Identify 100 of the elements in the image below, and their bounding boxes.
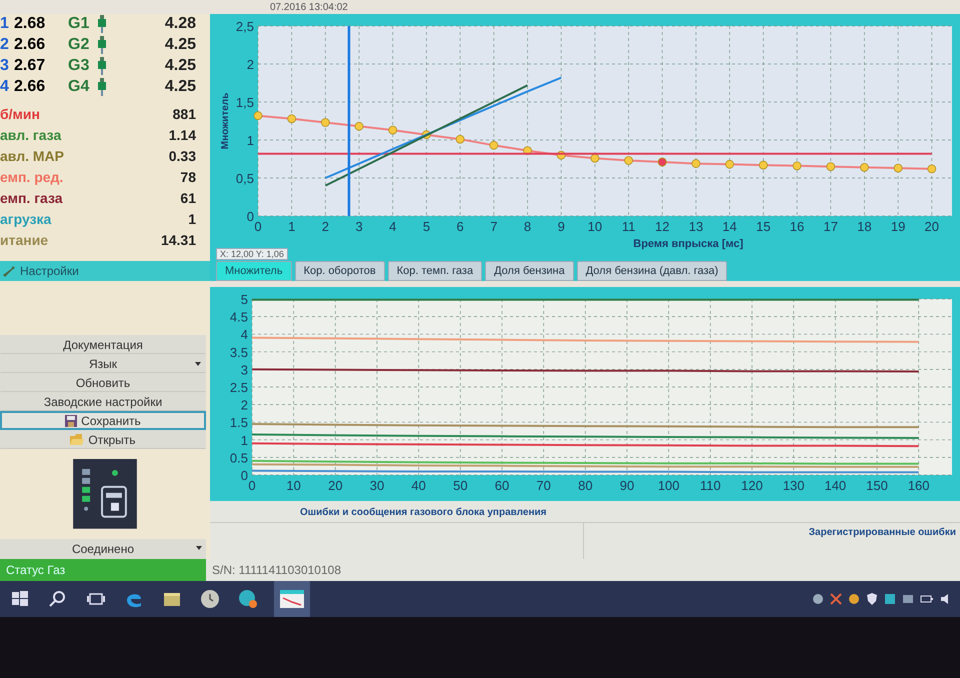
parameter-value: 1.14 [168,127,196,144]
app-icon[interactable] [236,587,260,611]
settings-bar[interactable]: Настройки [0,260,210,281]
injector-time: 2.67 [14,57,46,76]
chart-tab[interactable]: Множитель [216,261,292,281]
data-point [860,162,869,172]
axis-title: Время впрыска [мс] [633,238,744,250]
data-point [624,156,633,165]
axis-tick-label: 17 [823,219,838,234]
axis-tick-label: 1,5 [236,95,254,110]
axis-tick-label: 5 [422,219,430,234]
axis-tick-label: 120 [741,478,763,493]
axis-tick-label: 14 [722,219,737,234]
axis-tick-label: 90 [620,478,634,493]
axis-tick-label: 4 [240,327,248,342]
injector-gas-time: 4.25 [164,78,196,96]
tray-icon[interactable] [902,593,914,605]
tray-icon[interactable] [812,593,824,605]
axis-tick-label: 12 [655,219,670,234]
battery-icon[interactable] [920,594,934,604]
axis-tick-label: 60 [494,478,510,493]
axis-tick-label: 4.5 [230,310,248,325]
injector-gas-time: 4.25 [164,36,196,54]
injector-label: G2 [68,36,90,54]
injector-label: G4 [68,78,90,96]
caret-icon [196,546,202,550]
shield-icon[interactable] [866,593,878,605]
axis-tick-label: 80 [578,478,593,493]
axis-tick-label: 0.5 [230,450,248,466]
injector-time: 2.66 [14,36,46,54]
axis-tick-label: 140 [824,478,846,493]
axis-tick-label: 50 [453,478,468,493]
axis-tick-label: 1 [240,432,248,448]
axis-tick-label: 30 [370,478,384,493]
tray-icon[interactable] [884,593,896,605]
axis-tick-label: 1.5 [230,415,248,430]
injector-icon [98,78,106,96]
axis-tick-label: 2 [322,219,329,234]
axis-tick-label: 0,5 [236,171,254,186]
axis-tick-label: 18 [857,219,872,234]
data-point [388,126,398,135]
data-point [254,111,262,120]
axis-tick-label: 110 [700,478,721,493]
data-point [927,164,936,174]
axis-tick-label: 150 [866,478,888,493]
wrench-icon [2,264,16,277]
axis-tick-label: 0 [248,478,256,493]
data-point [894,164,902,173]
injector-icon [98,15,106,34]
axis-tick-label: 3.5 [230,344,248,360]
axis-tick-label: 15 [756,219,771,234]
injector-icon [98,57,106,76]
menu-item[interactable]: Сохранить [0,411,206,430]
injector-time: 2.68 [14,15,46,34]
chart-tab[interactable]: Доля бензина (давл. газа) [576,261,728,281]
parameter-value: 14.31 [160,232,196,248]
chart-tab[interactable]: Кор. темп. газа [388,261,482,281]
injector-number: 3 [0,57,10,76]
parameter-label: авл. газа [0,127,62,144]
parameter-label: емп. ред. [0,169,64,186]
data-point [354,122,364,131]
injector-gas-time: 4.25 [164,57,196,76]
data-point [489,140,498,150]
status-bar: Статус Газ [0,559,206,581]
axis-tick-label: 70 [536,478,551,493]
axis-tick-label: 8 [524,219,532,234]
axis-tick-label: 10 [588,219,602,234]
axis-tick-label: 20 [328,478,343,493]
parameter-value: 881 [172,106,196,122]
axis-tick-label: 1 [246,133,254,148]
injector-number: 2 [0,36,10,54]
data-point [456,134,465,144]
axis-tick-label: 0 [246,209,254,224]
axis-tick-label: 0 [254,219,262,234]
parameter-label: емп. газа [0,190,63,206]
connection-dropdown[interactable]: Соединено [0,539,206,560]
chart-tab[interactable]: Кор. оборотов [294,261,385,281]
axis-tick-label: 7 [490,219,498,234]
axis-tick-label: 2 [246,57,254,72]
parameter-label: б/мин [0,106,40,122]
axis-tick-label: 160 [908,478,930,493]
axis-tick-label: 10 [286,478,301,493]
axis-tick-label: 9 [558,219,565,234]
clock-icon[interactable] [198,587,222,611]
tray-icon[interactable] [848,593,860,605]
axis-tick-label: 16 [790,219,804,234]
axis-tick-label: 1 [288,219,296,234]
axis-tick-label: 40 [411,478,426,493]
chart-window-icon[interactable] [274,581,310,617]
data-point [725,160,734,169]
chart-tab[interactable]: Доля бензина [485,261,574,281]
parameter-value: 0.33 [168,148,196,164]
panel-title: Зарегистрированные ошибки [808,527,956,538]
tray-icon[interactable] [830,593,842,605]
axis-tick-label: 20 [924,219,940,234]
parameter-label: авл. MAP [0,148,64,164]
settings-title: Настройки [20,264,79,278]
axis-tick-label: 4 [389,219,396,234]
data-point [523,146,532,156]
axis-tick-label: 100 [658,478,680,493]
